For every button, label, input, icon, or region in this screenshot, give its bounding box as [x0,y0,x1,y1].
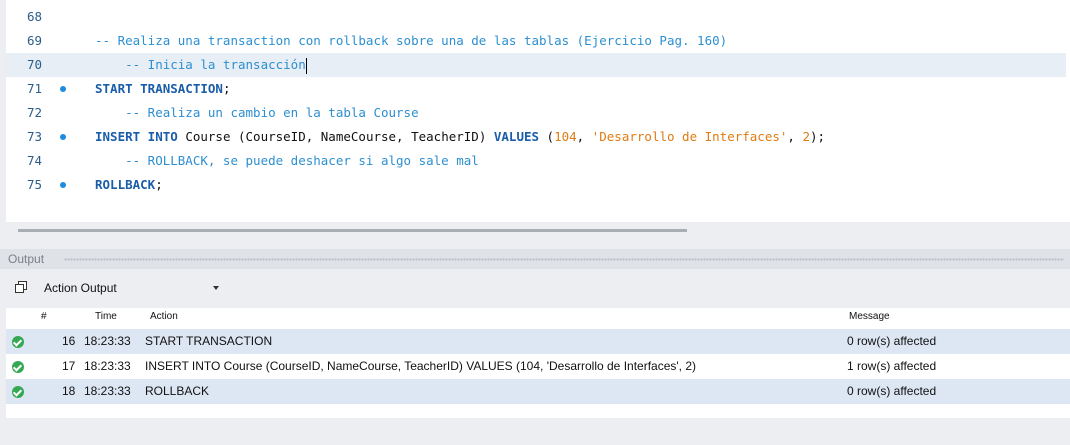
row-number: 16 [62,334,76,348]
column-header-action[interactable]: Action [150,311,178,322]
sql-editor[interactable]: 68 69 -- Realiza una transaction con rollb… [0,0,1070,240]
copy-icon[interactable] [15,281,27,293]
column-header-num[interactable]: # [41,311,47,322]
panel-grip[interactable] [64,258,1064,261]
row-number: 18 [62,384,76,398]
code-line[interactable]: 70 -- Inicia la transacción [6,53,1066,77]
code-line[interactable]: 69 -- Realiza una transaction con rollbac… [6,29,1066,53]
line-number: 74 [27,153,43,168]
output-panel: Output Action Output # Time Action Messa… [0,249,1070,445]
success-icon [12,336,24,348]
code-text: -- Realiza una transaction con rollback … [95,33,728,48]
grid-header: # Time Action Message [6,308,1070,325]
horizontal-scrollbar[interactable] [18,229,687,232]
row-time: 18:23:33 [84,359,131,373]
statement-marker-icon [60,134,66,140]
row-number: 17 [62,359,76,373]
code-text: -- Realiza un cambio en la tabla Course [95,105,419,120]
code-line[interactable]: 75 ROLLBACK; [6,173,1066,197]
code-line[interactable]: 68 [6,5,1066,29]
row-action: START TRANSACTION [145,334,273,348]
table-row[interactable]: 16 18:23:33 START TRANSACTION 0 row(s) a… [6,329,1070,354]
line-number: 68 [27,9,43,24]
row-time: 18:23:33 [84,384,131,398]
output-toolbar: Action Output [0,277,400,299]
code-line[interactable]: 74 -- ROLLBACK, se puede deshacer si alg… [6,149,1066,173]
row-message: 1 row(s) affected [847,359,937,373]
output-title: Output [8,252,45,266]
table-row[interactable]: 18 18:23:33 ROLLBACK 0 row(s) affected [6,379,1070,404]
code-text: INSERT INTO Course (CourseID, NameCourse… [95,129,826,144]
code-line[interactable]: 71 START TRANSACTION; [6,77,1066,101]
code-area[interactable]: 68 69 -- Realiza una transaction con rollb… [6,0,1070,222]
success-icon [12,386,24,398]
row-action: ROLLBACK [145,384,210,398]
line-number: 70 [27,57,43,72]
row-message: 0 row(s) affected [847,384,937,398]
text-cursor [305,57,307,74]
success-icon [12,361,24,373]
column-header-message[interactable]: Message [849,311,890,322]
code-text: -- ROLLBACK, se puede deshacer si algo s… [95,153,479,168]
action-output-grid: # Time Action Message 16 18:23:33 START … [6,308,1070,418]
statement-marker-icon [60,86,66,92]
code-line[interactable]: 73 INSERT INTO Course (CourseID, NameCour… [6,125,1066,149]
chevron-down-icon[interactable] [213,286,219,290]
statement-marker-icon [60,182,66,188]
code-text: ROLLBACK; [95,177,163,192]
row-message: 0 row(s) affected [847,334,937,348]
row-action: INSERT INTO Course (CourseID, NameCourse… [145,359,697,373]
row-time: 18:23:33 [84,334,131,348]
output-type-select[interactable]: Action Output [44,281,117,295]
table-row[interactable]: 17 18:23:33 INSERT INTO Course (CourseID… [6,354,1070,379]
line-number: 72 [27,105,43,120]
column-header-time[interactable]: Time [95,311,117,322]
code-text: START TRANSACTION; [95,81,231,96]
line-number: 69 [27,33,43,48]
output-header: Output [0,249,1070,269]
code-line[interactable]: 72 -- Realiza un cambio en la tabla Cour… [6,101,1066,125]
code-text: -- Inicia la transacción [95,57,307,74]
